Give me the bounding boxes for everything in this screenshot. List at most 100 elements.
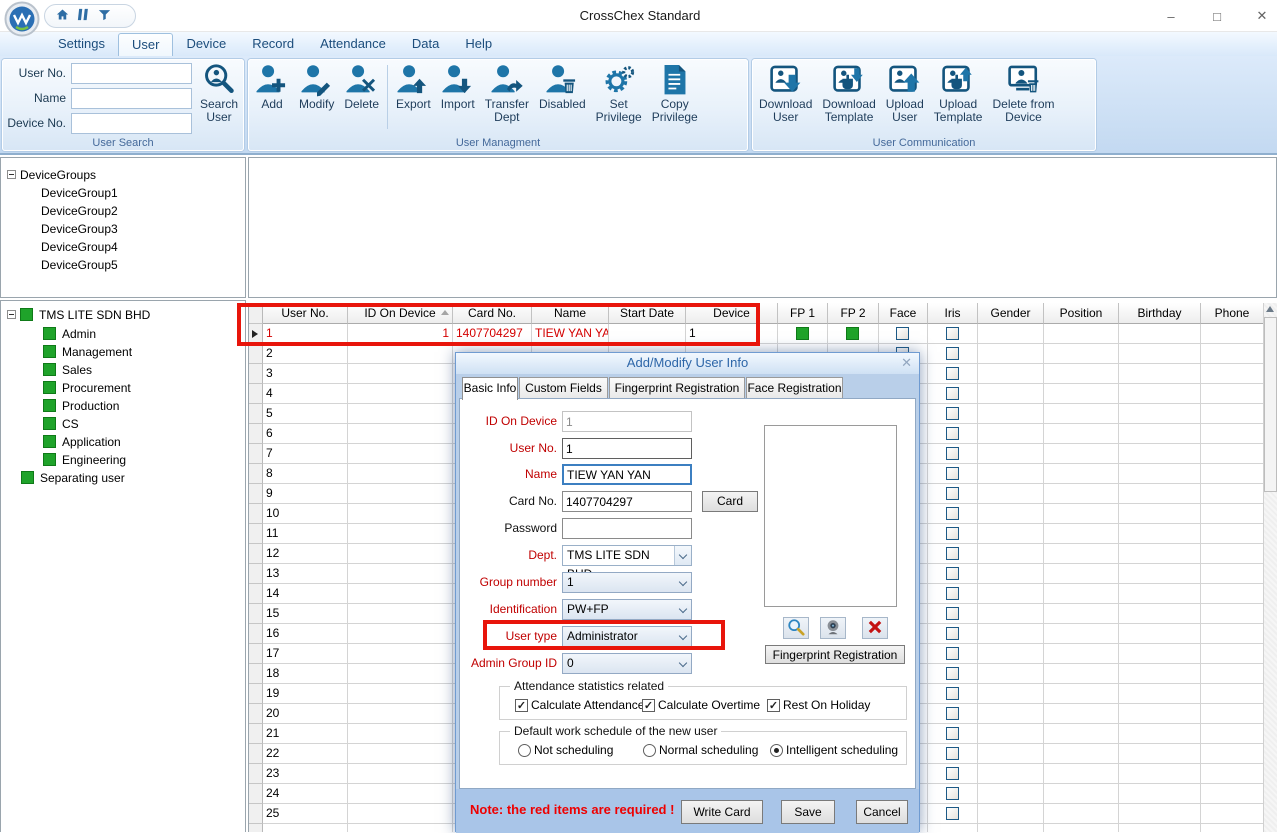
menu-tab-record[interactable]: Record [239, 33, 307, 56]
user-no--search-input[interactable] [71, 63, 192, 84]
tree-item-devicegroup3[interactable]: DeviceGroup3 [41, 220, 118, 237]
id-on-device-input[interactable] [562, 411, 692, 432]
dialog-tab-custom-fields[interactable]: Custom Fields [519, 377, 608, 398]
column-header-device[interactable]: Device [686, 303, 778, 324]
tree-item-sales[interactable]: Sales [43, 361, 92, 378]
column-header-phone[interactable]: Phone [1201, 303, 1264, 324]
column-header-id-on-device[interactable]: ID On Device [348, 303, 453, 324]
status-checkbox[interactable] [946, 347, 959, 360]
tree-item-separating-user[interactable]: Separating user [21, 469, 125, 486]
card-no--input[interactable] [562, 491, 692, 512]
status-checkbox[interactable] [946, 747, 959, 760]
webcam-button[interactable] [820, 617, 846, 639]
status-checkbox[interactable] [946, 487, 959, 500]
menu-tab-user[interactable]: User [118, 33, 173, 56]
fingerprint-registration-button[interactable]: Fingerprint Registration [765, 645, 905, 664]
column-header-start-date[interactable]: Start Date [609, 303, 686, 324]
cancel-button[interactable]: Cancel [856, 800, 908, 824]
import-button[interactable]: Import [436, 61, 480, 111]
checkbox-rest-on-holiday[interactable]: ✓Rest On Holiday [767, 698, 870, 712]
tree-item-production[interactable]: Production [43, 397, 119, 414]
download-user-button[interactable]: Download User [754, 61, 817, 124]
admin-group-id-select[interactable]: 0 [562, 653, 692, 674]
status-checkbox[interactable] [946, 647, 959, 660]
export-button[interactable]: Export [391, 61, 436, 111]
save-button[interactable]: Save [781, 800, 835, 824]
status-checkbox[interactable] [946, 807, 959, 820]
menu-tab-device[interactable]: Device [173, 33, 239, 56]
column-header-face[interactable]: Face [879, 303, 928, 324]
delete-button[interactable]: Delete [339, 61, 384, 111]
column-header-card-no-[interactable]: Card No. [453, 303, 532, 324]
dept--select[interactable]: TMS LITE SDN BHD [562, 545, 692, 566]
status-checkbox[interactable] [946, 507, 959, 520]
copy-privilege-button[interactable]: Copy Privilege [647, 61, 703, 124]
scrollbar-thumb[interactable] [1264, 317, 1277, 492]
scroll-up-icon[interactable] [1266, 306, 1274, 312]
tree-item-procurement[interactable]: Procurement [43, 379, 131, 396]
status-checkbox[interactable] [946, 387, 959, 400]
upload-user-button[interactable]: Upload User [881, 61, 929, 124]
status-checkbox[interactable] [946, 627, 959, 640]
status-checkbox[interactable] [896, 327, 909, 340]
identification-select[interactable]: PW+FP [562, 599, 692, 620]
minimize-button[interactable]: – [1154, 4, 1188, 28]
checkbox-calculate-attendance[interactable]: ✓Calculate Attendance [515, 698, 644, 712]
status-checkbox[interactable] [946, 367, 959, 380]
radio-intelligent-scheduling[interactable]: Intelligent scheduling [770, 743, 898, 757]
home-icon[interactable] [55, 7, 70, 25]
checkbox-calculate-overtime[interactable]: ✓Calculate Overtime [642, 698, 760, 712]
tree-item-devicegroup2[interactable]: DeviceGroup2 [41, 202, 118, 219]
column-header-name[interactable]: Name [532, 303, 609, 324]
tree-item-application[interactable]: Application [43, 433, 121, 450]
tree-item-cs[interactable]: CS [43, 415, 79, 432]
menu-tab-attendance[interactable]: Attendance [307, 33, 399, 56]
status-checkbox[interactable] [946, 687, 959, 700]
write-card-button[interactable]: Write Card [681, 800, 763, 824]
status-checkbox[interactable] [946, 407, 959, 420]
tree-item-tms-lite-sdn-bhd[interactable]: TMS LITE SDN BHD [7, 306, 150, 323]
user-no--input[interactable] [562, 438, 692, 459]
tree-item-management[interactable]: Management [43, 343, 132, 360]
status-checkbox[interactable] [946, 707, 959, 720]
radio-normal-scheduling[interactable]: Normal scheduling [643, 743, 758, 757]
status-checkbox[interactable] [946, 567, 959, 580]
transfer-dept-button[interactable]: Transfer Dept [480, 61, 534, 124]
download-template-button[interactable]: Download Template [817, 61, 880, 124]
column-header-fp-2[interactable]: FP 2 [828, 303, 879, 324]
tree-expander-icon[interactable] [7, 310, 16, 319]
name-search-input[interactable] [71, 88, 192, 109]
dialog-tab-fingerprint-registration[interactable]: Fingerprint Registration [609, 377, 745, 398]
disabled-button[interactable]: Disabled [534, 61, 591, 111]
search-user-button[interactable]: Search User [194, 61, 244, 124]
status-checkbox[interactable] [946, 727, 959, 740]
add-button[interactable]: Add [250, 61, 294, 111]
set-privilege-button[interactable]: Set Privilege [591, 61, 647, 124]
dialog-tab-face-registration[interactable]: Face Registration [746, 377, 843, 398]
status-checkbox[interactable] [946, 587, 959, 600]
status-checkbox[interactable] [946, 547, 959, 560]
name-input[interactable] [562, 464, 692, 485]
modify-button[interactable]: Modify [294, 61, 339, 111]
column-header-gender[interactable]: Gender [978, 303, 1044, 324]
delete-photo-button[interactable] [862, 617, 888, 639]
tree-item-devicegroups[interactable]: DeviceGroups [7, 166, 96, 183]
tree-item-engineering[interactable]: Engineering [43, 451, 126, 468]
menu-tab-help[interactable]: Help [452, 33, 505, 56]
status-checkbox[interactable] [946, 327, 959, 340]
status-checkbox[interactable] [946, 787, 959, 800]
column-header-position[interactable]: Position [1044, 303, 1119, 324]
menu-tab-data[interactable]: Data [399, 33, 452, 56]
column-header-user-no-[interactable]: User No. [263, 303, 348, 324]
table-row-selected[interactable]: 111407704297TIEW YAN YAN1 [249, 324, 1264, 344]
close-button[interactable]: ✕ [1245, 4, 1277, 28]
tree-item-admin[interactable]: Admin [43, 325, 96, 342]
user-type-select[interactable]: Administrator [562, 626, 692, 647]
filter-icon[interactable] [97, 7, 112, 25]
maximize-button[interactable]: □ [1200, 4, 1234, 28]
dialog-close-icon[interactable]: ✕ [901, 355, 912, 371]
card-button[interactable]: Card [702, 491, 758, 512]
tree-item-devicegroup4[interactable]: DeviceGroup4 [41, 238, 118, 255]
status-checkbox[interactable] [946, 427, 959, 440]
tree-item-devicegroup5[interactable]: DeviceGroup5 [41, 256, 118, 273]
